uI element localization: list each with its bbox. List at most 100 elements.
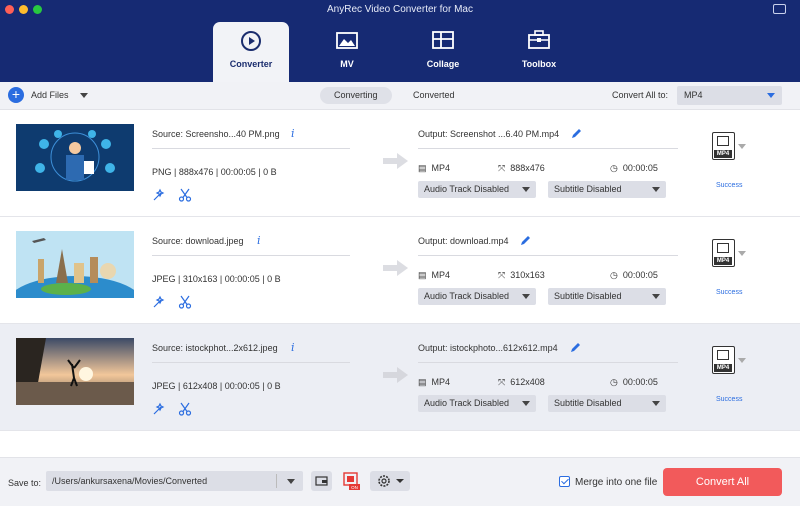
tab-converted[interactable]: Converted bbox=[399, 87, 469, 104]
source-filename: Source: download.jpeg bbox=[152, 236, 244, 246]
magic-edit-icon[interactable] bbox=[152, 295, 166, 309]
save-to-label: Save to: bbox=[8, 478, 42, 488]
status-badge: Success bbox=[716, 289, 743, 296]
scissors-icon[interactable] bbox=[178, 188, 192, 202]
info-icon[interactable]: i bbox=[291, 127, 295, 140]
output-resolution: ⤧ 888x476 bbox=[498, 163, 545, 173]
chevron-down-icon[interactable] bbox=[738, 251, 746, 256]
save-path-select[interactable]: /Users/ankursaxena/Movies/Converted bbox=[46, 471, 303, 491]
format-badge: MP4 bbox=[714, 257, 732, 265]
hardware-acceleration-button[interactable]: ON bbox=[340, 471, 361, 491]
divider bbox=[152, 362, 350, 363]
info-icon[interactable]: i bbox=[291, 341, 295, 354]
output-duration-value: 00:00:05 bbox=[622, 163, 658, 173]
source-size: 0 B bbox=[267, 274, 281, 284]
source-resolution: 888x476 bbox=[178, 167, 214, 177]
output-resolution: ⤧ 310x163 bbox=[498, 270, 545, 280]
status-badge: Success bbox=[716, 396, 743, 403]
chevron-down-icon bbox=[652, 401, 660, 406]
tab-collage[interactable]: Collage bbox=[405, 22, 481, 78]
source-meta: JPEG | 612x408 | 00:00:05 | 0 B bbox=[152, 381, 281, 391]
audio-track-select[interactable]: Audio Track Disabled bbox=[418, 288, 536, 305]
source-filename: Source: Screensho...40 PM.png bbox=[152, 129, 280, 139]
source-size: 0 B bbox=[263, 167, 277, 177]
output-format-button[interactable]: MP4 bbox=[712, 132, 735, 160]
file-row: Source: download.jpeg i JPEG | 310x163 |… bbox=[0, 217, 800, 324]
tab-converting[interactable]: Converting bbox=[320, 87, 392, 104]
output-format: ▤ MP4 bbox=[418, 163, 451, 173]
divider bbox=[276, 474, 277, 488]
collage-icon bbox=[432, 31, 454, 49]
source-format: JPEG bbox=[152, 274, 176, 284]
audio-track-value: Audio Track Disabled bbox=[424, 398, 510, 408]
subtitle-value: Subtitle Disabled bbox=[554, 291, 622, 301]
folder-icon bbox=[315, 476, 328, 486]
chevron-down-icon[interactable] bbox=[738, 144, 746, 149]
source-duration: 00:00:05 bbox=[220, 167, 256, 177]
file-thumbnail[interactable] bbox=[16, 231, 134, 298]
settings-button[interactable] bbox=[370, 471, 410, 491]
tab-mv-label: MV bbox=[340, 59, 354, 69]
source-meta: JPEG | 310x163 | 00:00:05 | 0 B bbox=[152, 274, 281, 284]
subtitle-select[interactable]: Subtitle Disabled bbox=[548, 395, 666, 412]
convert-all-format-select[interactable]: MP4 bbox=[677, 86, 782, 105]
chevron-down-icon bbox=[522, 294, 530, 299]
magic-edit-icon[interactable] bbox=[152, 402, 166, 416]
info-icon[interactable]: i bbox=[257, 234, 261, 247]
open-folder-button[interactable] bbox=[311, 471, 332, 491]
merge-checkbox[interactable] bbox=[559, 476, 570, 487]
add-files-button[interactable]: Add Files bbox=[31, 90, 69, 100]
chevron-down-icon bbox=[652, 187, 660, 192]
subtitle-select[interactable]: Subtitle Disabled bbox=[548, 288, 666, 305]
source-duration: 00:00:05 bbox=[224, 381, 260, 391]
add-files-icon[interactable]: + bbox=[8, 87, 24, 103]
source-format: PNG bbox=[152, 167, 172, 177]
file-thumbnail[interactable] bbox=[16, 338, 134, 405]
divider bbox=[418, 362, 678, 363]
status-badge: Success bbox=[716, 182, 743, 189]
rename-pencil-icon[interactable] bbox=[570, 342, 581, 353]
output-filename: Output: Screenshot ...6.40 PM.mp4 bbox=[418, 129, 560, 139]
scissors-icon[interactable] bbox=[178, 402, 192, 416]
tab-converter-label: Converter bbox=[229, 59, 273, 69]
add-files-dropdown-icon[interactable] bbox=[80, 93, 88, 98]
rename-pencil-icon[interactable] bbox=[571, 128, 582, 139]
output-format-value: MP4 bbox=[431, 163, 451, 173]
divider bbox=[418, 255, 678, 256]
tab-mv[interactable]: MV bbox=[309, 22, 385, 78]
output-duration: ◷ 00:00:05 bbox=[610, 377, 658, 387]
chevron-down-icon[interactable] bbox=[738, 358, 746, 363]
source-resolution: 310x163 bbox=[182, 274, 218, 284]
tab-toolbox-label: Toolbox bbox=[521, 59, 557, 69]
convert-all-format-value: MP4 bbox=[684, 90, 703, 100]
tab-converter[interactable]: Converter bbox=[213, 22, 289, 82]
divider bbox=[418, 148, 678, 149]
convert-all-button[interactable]: Convert All bbox=[663, 468, 782, 496]
chevron-down-icon bbox=[767, 93, 775, 98]
merge-label[interactable]: Merge into one file bbox=[575, 477, 657, 488]
chat-icon[interactable] bbox=[773, 4, 786, 14]
format-badge: MP4 bbox=[714, 150, 732, 158]
output-format-button[interactable]: MP4 bbox=[712, 346, 735, 374]
magic-edit-icon[interactable] bbox=[152, 188, 166, 202]
toolbox-icon bbox=[528, 30, 550, 49]
film-icon bbox=[717, 136, 729, 146]
subtitle-select[interactable]: Subtitle Disabled bbox=[548, 181, 666, 198]
rename-pencil-icon[interactable] bbox=[520, 235, 531, 246]
chevron-down-icon bbox=[652, 294, 660, 299]
output-duration-value: 00:00:05 bbox=[622, 377, 658, 387]
tab-toolbox[interactable]: Toolbox bbox=[501, 22, 577, 78]
converter-toolbar: + Add Files Converting Converted Convert… bbox=[0, 82, 800, 110]
audio-track-select[interactable]: Audio Track Disabled bbox=[418, 395, 536, 412]
output-resolution: ⤧ 612x408 bbox=[498, 377, 545, 387]
scissors-icon[interactable] bbox=[178, 295, 192, 309]
subtitle-value: Subtitle Disabled bbox=[554, 398, 622, 408]
audio-track-select[interactable]: Audio Track Disabled bbox=[418, 181, 536, 198]
arrow-right-icon bbox=[383, 153, 408, 169]
file-thumbnail[interactable] bbox=[16, 124, 134, 191]
divider bbox=[152, 255, 350, 256]
source-size: 0 B bbox=[267, 381, 281, 391]
mv-icon bbox=[336, 32, 358, 49]
output-format: ▤ MP4 bbox=[418, 270, 451, 280]
output-format-button[interactable]: MP4 bbox=[712, 239, 735, 267]
